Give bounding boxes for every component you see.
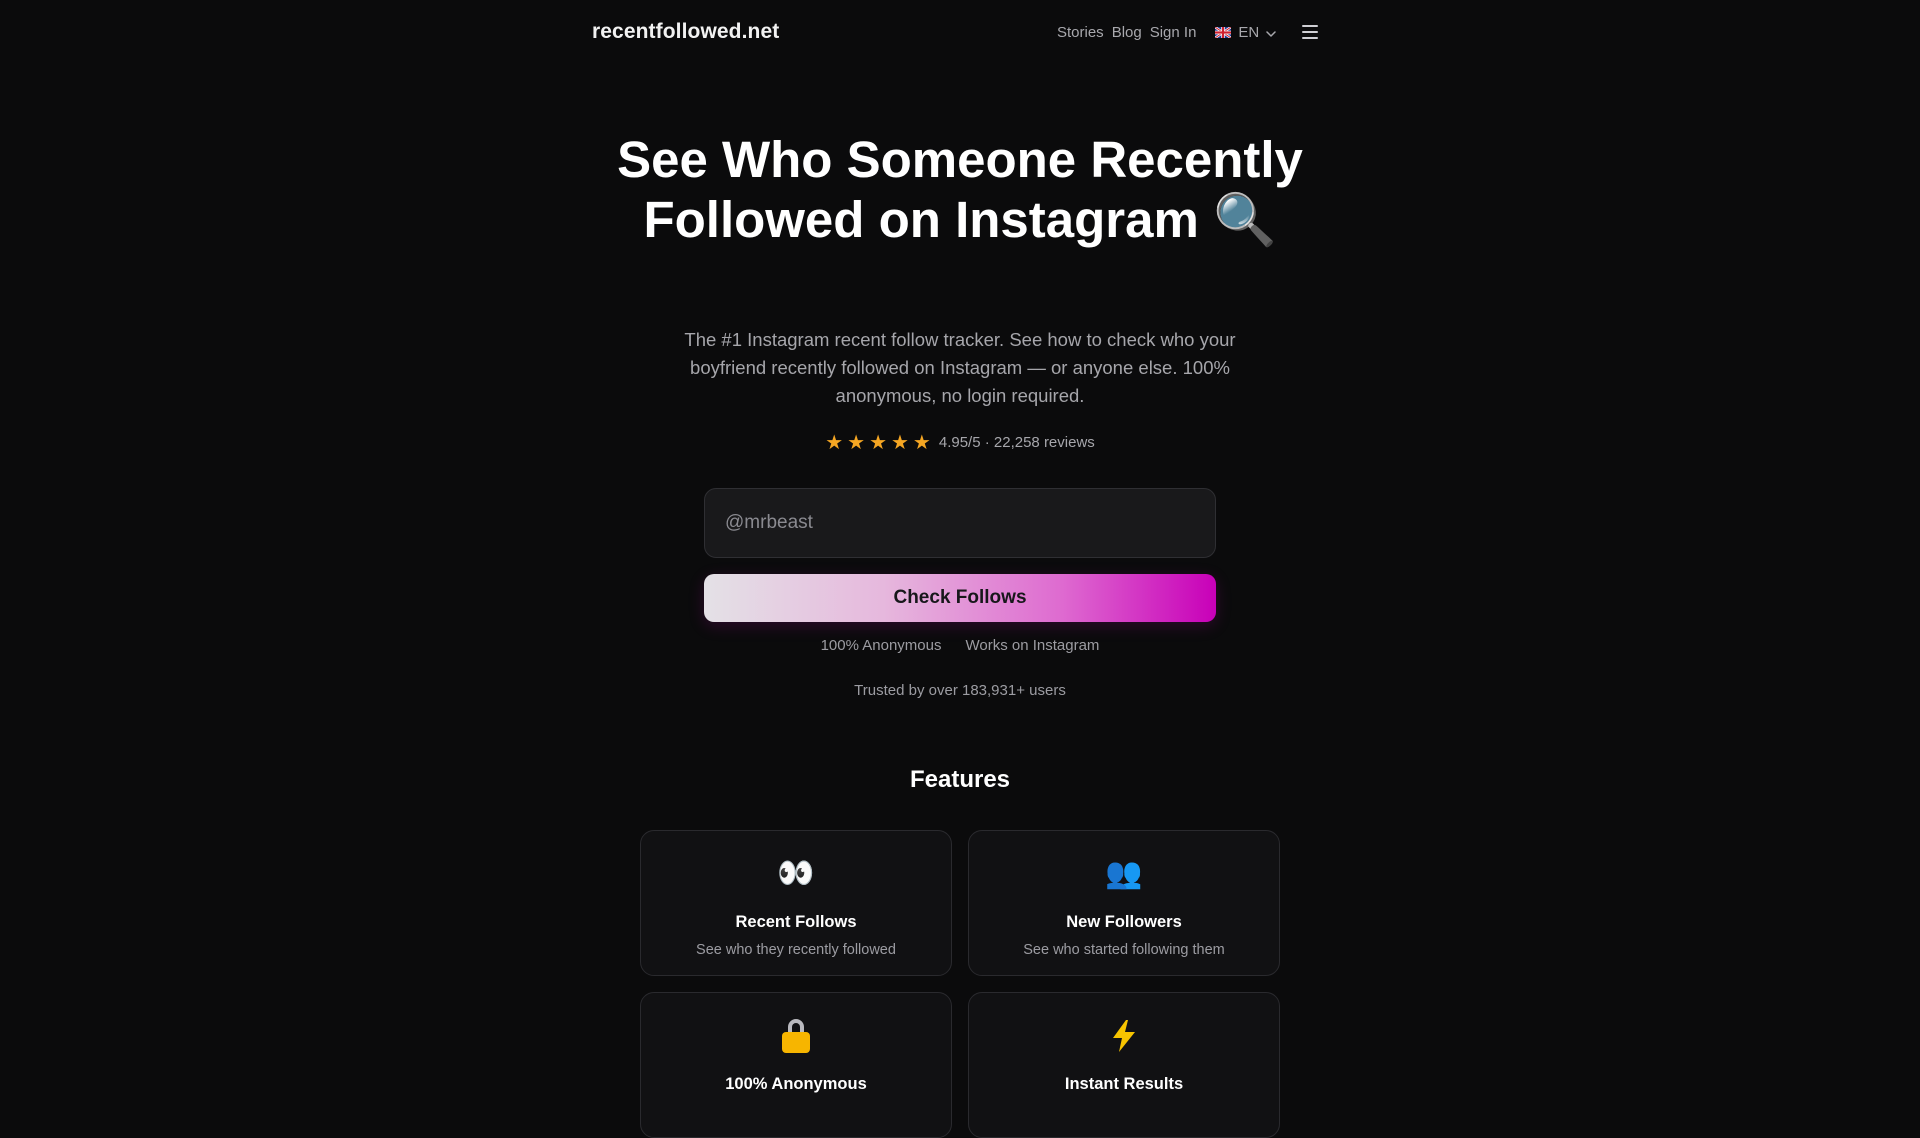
star-rating-icons: ★★★★★ [825, 432, 935, 454]
badge-works-on-instagram: Works on Instagram [965, 637, 1100, 654]
people-icon: 👥 [1105, 856, 1143, 891]
badge-anonymous: 100% Anonymous [820, 637, 942, 654]
eyes-icon: 👀 [777, 856, 815, 891]
hero-subtitle: The #1 Instagram recent follow tracker. … [684, 329, 1236, 406]
feature-title: New Followers [1066, 913, 1182, 931]
nav-link-stories[interactable]: Stories [1057, 24, 1104, 41]
page-title: See Who Someone Recently Followed on Ins… [617, 131, 1303, 248]
username-input[interactable] [705, 489, 1215, 557]
uk-flag-icon [1215, 27, 1232, 38]
hamburger-menu-icon[interactable] [1302, 25, 1318, 39]
lock-icon [641, 1019, 951, 1061]
language-selector[interactable]: EN [1215, 24, 1277, 41]
site-header: recentfollowed.net Stories Blog Sign In … [0, 0, 1920, 68]
nav-link-sign-in[interactable]: Sign In [1150, 24, 1197, 41]
rating-row: ★★★★★ 4.95/5 · 22,258 reviews [560, 430, 1360, 455]
rating-text: 4.95/5 · 22,258 reviews [938, 434, 1095, 451]
feature-title: 100% Anonymous [725, 1075, 867, 1093]
language-label: EN [1238, 24, 1260, 41]
feature-title: Instant Results [1064, 1075, 1184, 1093]
lightning-icon [969, 1019, 1279, 1061]
feature-card-anonymous: 100% Anonymous [640, 992, 952, 1138]
site-logo[interactable]: recentfollowed.net [592, 20, 779, 44]
feature-card-instant-results: Instant Results [968, 992, 1280, 1138]
feature-description: See who they recently followed [696, 942, 896, 958]
feature-title: Recent Follows [735, 913, 857, 931]
feature-card-recent-follows: 👀 Recent Follows See who they recently f… [640, 830, 952, 976]
chevron-down-icon [1266, 24, 1277, 41]
feature-description: See who started following them [1023, 942, 1225, 958]
trusted-by-text: Trusted by over 183,931+ users [854, 682, 1066, 699]
top-nav: Stories Blog Sign In EN [1057, 24, 1277, 41]
features-heading: Features [909, 766, 1011, 793]
feature-card-new-followers: 👥 New Followers See who started followin… [968, 830, 1280, 976]
username-search-box [704, 488, 1216, 558]
check-follows-button[interactable]: Check Follows [704, 574, 1216, 622]
nav-link-blog[interactable]: Blog [1112, 24, 1142, 41]
trust-badges: 100% Anonymous Works on Instagram [560, 637, 1360, 654]
